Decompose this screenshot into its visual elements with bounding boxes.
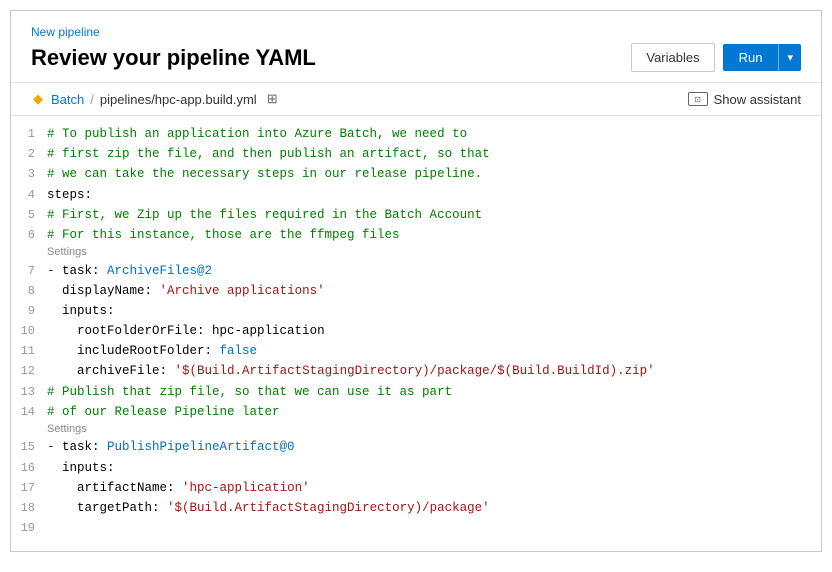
- code-line: 13 # Publish that zip file, so that we c…: [11, 382, 821, 402]
- settings-label-1: Settings: [11, 245, 821, 260]
- code-line: 9 inputs:: [11, 301, 821, 321]
- run-chevron-button[interactable]: ▾: [778, 44, 801, 71]
- assistant-icon: ⊡: [688, 92, 708, 106]
- code-line: 12 archiveFile: '$(Build.ArtifactStaging…: [11, 361, 821, 381]
- code-line: 8 displayName: 'Archive applications': [11, 281, 821, 301]
- code-line: 11 includeRootFolder: false: [11, 341, 821, 361]
- breadcrumb: ◆ Batch / pipelines/hpc-app.build.yml ⊞: [31, 91, 278, 107]
- header-actions: Variables Run ▾: [631, 43, 801, 72]
- new-pipeline-label: New pipeline: [31, 25, 801, 39]
- variables-button[interactable]: Variables: [631, 43, 714, 72]
- code-line: 2 # first zip the file, and then publish…: [11, 144, 821, 164]
- diamond-icon: ◆: [31, 92, 45, 106]
- show-assistant-label: Show assistant: [714, 92, 801, 107]
- breadcrumb-sep: /: [90, 92, 94, 107]
- breadcrumb-path: pipelines/hpc-app.build.yml: [100, 92, 257, 107]
- main-container: New pipeline Review your pipeline YAML V…: [10, 10, 822, 552]
- edit-file-icon[interactable]: ⊞: [267, 91, 278, 107]
- page-title: Review your pipeline YAML: [31, 45, 631, 71]
- run-button[interactable]: Run: [723, 44, 779, 71]
- show-assistant-button[interactable]: ⊡ Show assistant: [688, 92, 801, 107]
- code-line: 19: [11, 518, 821, 538]
- code-line: 3 # we can take the necessary steps in o…: [11, 164, 821, 184]
- code-line: 6 # For this instance, those are the ffm…: [11, 225, 821, 245]
- code-line: 14 # of our Release Pipeline later: [11, 402, 821, 422]
- code-line: 4 steps:: [11, 185, 821, 205]
- code-editor[interactable]: 1 # To publish an application into Azure…: [11, 116, 821, 551]
- code-line: 16 inputs:: [11, 458, 821, 478]
- run-button-group: Run ▾: [723, 44, 801, 71]
- code-line: 15 - task: PublishPipelineArtifact@0: [11, 437, 821, 457]
- header: New pipeline Review your pipeline YAML V…: [11, 11, 821, 83]
- code-line: 17 artifactName: 'hpc-application': [11, 478, 821, 498]
- breadcrumb-batch[interactable]: Batch: [51, 92, 84, 107]
- code-line: 18 targetPath: '$(Build.ArtifactStagingD…: [11, 498, 821, 518]
- toolbar: ◆ Batch / pipelines/hpc-app.build.yml ⊞ …: [11, 83, 821, 116]
- code-line: 10 rootFolderOrFile: hpc-application: [11, 321, 821, 341]
- code-line: 5 # First, we Zip up the files required …: [11, 205, 821, 225]
- code-line: 7 - task: ArchiveFiles@2: [11, 261, 821, 281]
- code-line: 1 # To publish an application into Azure…: [11, 124, 821, 144]
- settings-label-2: Settings: [11, 422, 821, 437]
